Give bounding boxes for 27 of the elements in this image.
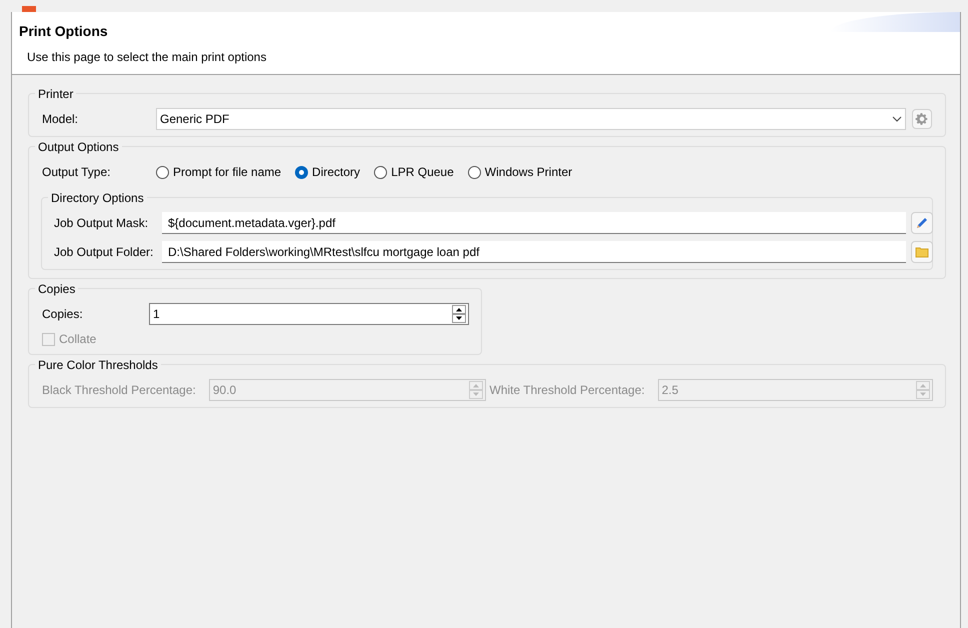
radio-option[interactable]: Prompt for file name	[156, 163, 282, 181]
spin-arrows-icon[interactable]	[452, 305, 466, 323]
folder-icon	[915, 246, 929, 258]
field-label: Job Output Folder:	[54, 244, 154, 261]
edit-button[interactable]	[911, 212, 933, 234]
field-label: Black Threshold Percentage:	[42, 382, 197, 399]
text-field[interactable]: ${document.metadata.vger}.pdf	[162, 212, 906, 234]
text-field[interactable]: D:\Shared Folders\working\MRtest\slfcu mortgage loan pdf	[162, 241, 906, 263]
app-icon	[22, 6, 36, 12]
browse-button[interactable]	[911, 241, 933, 263]
checkbox-icon	[42, 332, 55, 346]
field-label: Model:	[42, 111, 80, 128]
page-description: Use this page to select the main print options	[27, 49, 266, 66]
radio-option[interactable]: Windows Printer	[468, 163, 572, 181]
field-label: White Threshold Percentage:	[490, 382, 646, 399]
chevron-down-icon	[892, 116, 902, 122]
field-label: Job Output Mask:	[54, 215, 150, 232]
settings-button[interactable]	[912, 109, 932, 129]
pencil-icon	[915, 216, 929, 230]
page-title: Print Options	[19, 22, 108, 41]
radio-option[interactable]: LPR Queue	[374, 163, 454, 181]
field-label: Output Type:	[42, 164, 112, 181]
model-dropdown[interactable]: Generic PDF	[156, 108, 906, 130]
field-label: Copies:	[42, 306, 84, 323]
settings-icon	[915, 112, 929, 126]
radio-option[interactable]: Directory	[295, 163, 360, 181]
spinner-field[interactable]: 1	[149, 303, 469, 325]
